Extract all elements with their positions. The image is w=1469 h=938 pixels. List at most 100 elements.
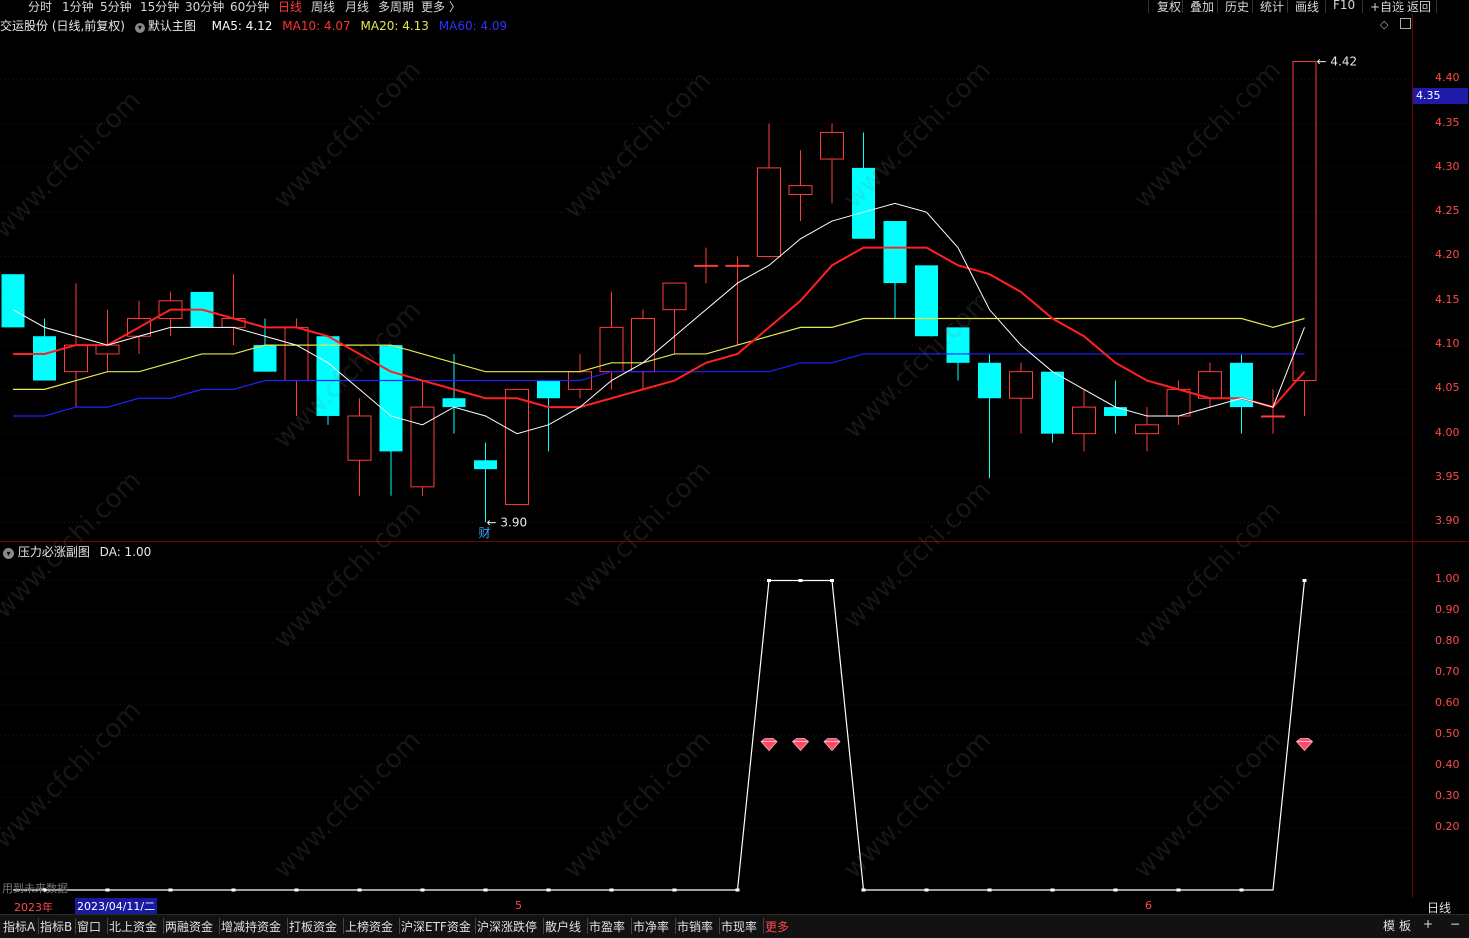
indicator-tab-1[interactable]: 指标B (40, 918, 72, 935)
tab-separator (587, 918, 588, 934)
candle-body (662, 282, 687, 311)
da-point (357, 888, 362, 892)
indicator-tab-14[interactable]: 市现率 (721, 918, 757, 935)
toolbar-separator (1436, 0, 1437, 13)
period-tab-10[interactable]: 更多 〉 (421, 0, 461, 15)
candle[interactable] (537, 380, 560, 452)
indicator-tab-15[interactable]: 更多 (765, 918, 789, 935)
candle[interactable] (978, 353, 1001, 478)
candle[interactable] (1261, 389, 1285, 434)
chevron-down-icon[interactable]: ▾ (3, 548, 14, 559)
candle[interactable] (284, 318, 309, 416)
da-point (483, 888, 488, 892)
toolbar-separator (1399, 0, 1400, 13)
period-tab-5[interactable]: 60分钟 (230, 0, 269, 15)
toolbar-separator (1325, 0, 1326, 13)
candle[interactable] (788, 150, 813, 222)
bottom-control-3[interactable]: − (1450, 917, 1460, 931)
period-toolbar: 分时 1分钟 5分钟 15分钟 30分钟 60分钟 日线 周线 月线 多周期 更多 〉 复权 叠加 历史统… (0, 0, 1469, 14)
indicator-tab-7[interactable]: 上榜资金 (345, 918, 393, 935)
candle-body (410, 406, 435, 488)
candle-body (1198, 371, 1222, 399)
sub-indicator-title[interactable]: 压力必涨副图 (18, 545, 90, 559)
indicator-tab-13[interactable]: 市销率 (677, 918, 713, 935)
tab-separator (107, 918, 108, 934)
da-point (1239, 888, 1244, 892)
period-tab-4[interactable]: 30分钟 (185, 0, 224, 15)
candle[interactable] (1292, 61, 1317, 416)
candle[interactable] (1, 274, 25, 328)
candle[interactable] (1230, 353, 1253, 434)
bottom-control-2[interactable]: + (1423, 917, 1433, 931)
candle[interactable] (883, 221, 907, 319)
candle[interactable] (599, 291, 624, 390)
candle[interactable] (1198, 362, 1222, 408)
month-5-label: 5 (515, 899, 522, 912)
toolbar-button-5[interactable]: F10 (1333, 0, 1355, 12)
candle[interactable] (505, 388, 529, 506)
candle-body (1072, 406, 1096, 435)
sub-y-axis-tick: 0.90 (1435, 603, 1460, 617)
bottom-control-1[interactable]: 板 (1399, 917, 1411, 934)
period-tab-1[interactable]: 1分钟 (62, 0, 94, 15)
candle[interactable] (852, 132, 875, 239)
period-tab-0[interactable]: 分时 (28, 0, 52, 15)
candle[interactable] (568, 353, 592, 399)
sub-indicator-chart[interactable] (0, 561, 1412, 898)
candle[interactable] (631, 309, 655, 390)
candle[interactable] (410, 380, 435, 496)
candle[interactable] (694, 247, 718, 284)
candle[interactable] (221, 274, 246, 346)
indicator-tab-12[interactable]: 市净率 (633, 918, 669, 935)
toolbar-button-7[interactable]: 返回 (1407, 0, 1431, 15)
candle[interactable] (442, 353, 466, 434)
indicator-tab-3[interactable]: 北上资金 (109, 918, 157, 935)
candle[interactable] (915, 265, 938, 337)
cursor-date-label: 2023/04/11/二 (75, 898, 158, 914)
main-candlestick-chart[interactable]: ← 4.42 ← 3.90财 (0, 35, 1412, 540)
toolbar-button-2[interactable]: 历史 (1225, 0, 1249, 15)
toolbar-button-1[interactable]: 叠加 (1190, 0, 1214, 15)
period-tab-9[interactable]: 多周期 (378, 0, 414, 15)
candle[interactable] (820, 123, 844, 204)
period-tab-3[interactable]: 15分钟 (140, 0, 179, 15)
period-tab-7[interactable]: 周线 (311, 0, 335, 15)
toolbar-button-4[interactable]: 画线 (1295, 0, 1319, 15)
toolbar-separator (1252, 0, 1253, 13)
chevron-down-icon: ▾ (134, 23, 145, 33)
period-tab-2[interactable]: 5分钟 (100, 0, 132, 15)
candle[interactable] (1041, 371, 1064, 443)
indicator-tab-11[interactable]: 市盈率 (589, 918, 625, 935)
tab-separator (631, 918, 632, 934)
toolbar-button-0[interactable]: 复权 (1157, 0, 1181, 15)
indicator-tab-2[interactable]: 窗口 (77, 918, 101, 935)
candle[interactable] (474, 442, 497, 523)
toolbar-button-3[interactable]: 统计 (1260, 0, 1284, 15)
diamond-settings-icon[interactable]: ◇ (1380, 18, 1388, 31)
candle[interactable] (347, 398, 372, 496)
indicator-tab-8[interactable]: 沪深ETF资金 (401, 918, 471, 935)
period-tab-6[interactable]: 日线 (278, 0, 302, 15)
high-price-label: ← 4.42 (1317, 55, 1358, 69)
finance-marker[interactable]: 财 (479, 526, 491, 540)
candle[interactable] (1009, 362, 1033, 434)
da-value: DA: 1.00 (99, 545, 152, 559)
template-selector[interactable]: ▾ 默认主图 (134, 19, 202, 33)
indicator-tab-0[interactable]: 指标A (3, 918, 35, 935)
tab-separator (219, 918, 220, 934)
indicator-tab-5[interactable]: 增减持资金 (221, 918, 281, 935)
period-tab-8[interactable]: 月线 (345, 0, 369, 15)
candle[interactable] (1072, 389, 1096, 452)
low-price-label: ← 3.90 (487, 515, 528, 529)
bottom-control-0[interactable]: 模 (1383, 917, 1395, 934)
candle[interactable] (725, 256, 750, 346)
indicator-tab-4[interactable]: 两融资金 (165, 918, 213, 935)
diamond-signal-icon (791, 738, 810, 752)
stock-title[interactable]: 交运股份 (日线,前复权) (0, 19, 125, 33)
candle[interactable] (757, 123, 781, 257)
indicator-tab-6[interactable]: 打板资金 (289, 918, 337, 935)
indicator-tab-9[interactable]: 沪深涨跌停 (477, 918, 537, 935)
indicator-tab-10[interactable]: 散户线 (545, 918, 581, 935)
sub-y-axis-tick: 0.30 (1435, 789, 1460, 803)
expand-icon[interactable] (1400, 18, 1411, 29)
